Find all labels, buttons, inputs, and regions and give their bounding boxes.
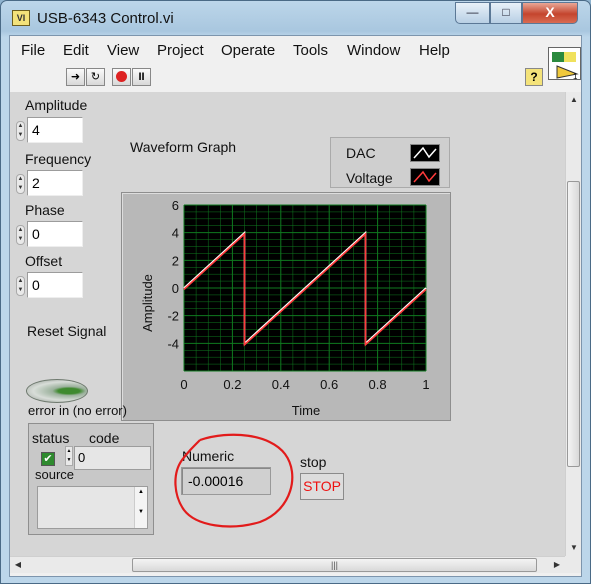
offset-increment-icon[interactable]: ▲ ▼ bbox=[16, 276, 25, 296]
frequency-control: ▲ ▼ 2 bbox=[16, 170, 86, 196]
error-code-increment-icon[interactable]: ▲ ▼ bbox=[65, 446, 73, 466]
error-code-label: code bbox=[89, 430, 120, 446]
amplitude-input[interactable]: 4 bbox=[27, 117, 83, 143]
x-axis-label: Time bbox=[292, 403, 320, 418]
x-tick-label: 0.2 bbox=[223, 377, 241, 392]
vertical-scrollbar[interactable]: ▲ ▼ bbox=[565, 92, 581, 556]
close-button[interactable]: X bbox=[522, 2, 578, 24]
stop-label: stop bbox=[300, 454, 327, 470]
y-tick-label: 6 bbox=[172, 198, 179, 213]
error-source-input[interactable]: ▲ ▼ bbox=[37, 486, 148, 529]
y-tick-label: -2 bbox=[167, 309, 179, 324]
scroll-left-icon[interactable]: ◀ bbox=[10, 557, 26, 573]
reset-signal-label: Reset Signal bbox=[27, 323, 107, 339]
horizontal-scrollbar[interactable]: ◀ ||| ▶ bbox=[10, 556, 565, 573]
waveform-graph-label: Waveform Graph bbox=[130, 139, 237, 155]
y-axis-label: Amplitude bbox=[140, 274, 155, 332]
scroll-down-icon[interactable]: ▼ bbox=[566, 540, 582, 556]
phase-input[interactable]: 0 bbox=[27, 221, 83, 247]
vertical-scroll-thumb[interactable] bbox=[567, 181, 580, 467]
window-title: USB-6343 Control.vi bbox=[37, 10, 174, 27]
amplitude-label: Amplitude bbox=[25, 97, 88, 113]
abort-icon[interactable] bbox=[112, 68, 131, 86]
red-annotation-circle bbox=[174, 433, 294, 528]
menu-operate[interactable]: Operate bbox=[221, 42, 275, 59]
legend-voltage-line-icon bbox=[413, 170, 437, 183]
menu-project[interactable]: Project bbox=[157, 42, 204, 59]
legend-dac-label: DAC bbox=[346, 145, 376, 161]
minimize-button[interactable]: — bbox=[455, 2, 490, 24]
front-panel: Amplitude ▲ ▼ 4 Frequency ▲ ▼ 2 Phase ▲ ▼ 0… bbox=[10, 92, 565, 556]
error-source-scrollbar[interactable]: ▲ ▼ bbox=[134, 487, 147, 528]
x-tick-label: 0 bbox=[180, 377, 187, 392]
x-tick-label: 0.4 bbox=[272, 377, 290, 392]
x-tick-label: 0.8 bbox=[369, 377, 387, 392]
legend-voltage-swatch[interactable] bbox=[410, 168, 440, 186]
plot-legend[interactable]: DAC Voltage bbox=[330, 137, 450, 188]
scroll-corner bbox=[565, 556, 581, 573]
amplitude-control: ▲ ▼ 4 bbox=[16, 117, 86, 143]
amplitude-increment-icon[interactable]: ▲ ▼ bbox=[16, 121, 25, 141]
abort-dot bbox=[116, 71, 127, 82]
x-tick-label: 1 bbox=[422, 377, 429, 392]
y-tick-label: 4 bbox=[172, 226, 179, 241]
phase-control: ▲ ▼ 0 bbox=[16, 221, 86, 247]
horizontal-scroll-thumb[interactable]: ||| bbox=[132, 558, 537, 572]
phase-label: Phase bbox=[25, 202, 65, 218]
y-tick-label: 0 bbox=[172, 281, 179, 296]
menu-file[interactable]: File bbox=[21, 42, 45, 59]
error-status-checkbox[interactable]: ✔ bbox=[41, 452, 55, 466]
run-continuously-icon[interactable]: ↻ bbox=[86, 68, 105, 86]
error-in-label: error in (no error) bbox=[28, 403, 127, 418]
vi-client-area: File Edit View Project Operate Tools Win… bbox=[9, 35, 582, 577]
labview-app-icon: VI bbox=[12, 10, 30, 26]
context-help-button[interactable]: ? bbox=[525, 68, 543, 86]
menu-bar: File Edit View Project Operate Tools Win… bbox=[10, 36, 581, 66]
y-tick-label: -4 bbox=[167, 336, 179, 351]
error-code-input[interactable]: 0 bbox=[74, 446, 151, 470]
frequency-input[interactable]: 2 bbox=[27, 170, 83, 196]
error-in-cluster: status code ✔ ▲ ▼ 0 source ▲ ▼ bbox=[28, 423, 154, 535]
menu-tools[interactable]: Tools bbox=[293, 42, 328, 59]
x-tick-label: 0.6 bbox=[320, 377, 338, 392]
waveform-graph[interactable]: 0 0.2 0.4 0.6 0.8 1 6 4 2 0 -2 -4 Time Amplitude bbox=[121, 192, 451, 421]
error-source-label: source bbox=[35, 467, 75, 482]
legend-dac-line-icon bbox=[413, 146, 437, 159]
scroll-right-icon[interactable]: ▶ bbox=[549, 557, 565, 573]
error-status-label: status bbox=[32, 430, 70, 446]
offset-control: ▲ ▼ 0 bbox=[16, 272, 86, 298]
phase-increment-icon[interactable]: ▲ ▼ bbox=[16, 225, 25, 245]
title-bar[interactable]: VI USB-6343 Control.vi — □ X bbox=[1, 1, 590, 35]
waveform-graph-svg: 0 0.2 0.4 0.6 0.8 1 6 4 2 0 -2 -4 Time Amplitude bbox=[140, 198, 430, 418]
run-arrow-icon[interactable]: ➜ bbox=[66, 68, 85, 86]
stop-button[interactable]: STOP bbox=[300, 473, 344, 500]
reset-signal-button[interactable] bbox=[26, 379, 88, 403]
frequency-increment-icon[interactable]: ▲ ▼ bbox=[16, 174, 25, 194]
scroll-up-icon[interactable]: ▲ bbox=[566, 92, 582, 108]
offset-input[interactable]: 0 bbox=[27, 272, 83, 298]
labview-window: VI USB-6343 Control.vi — □ X File Edit V… bbox=[0, 0, 591, 584]
menu-view[interactable]: View bbox=[107, 42, 139, 59]
frequency-label: Frequency bbox=[25, 151, 92, 167]
menu-help[interactable]: Help bbox=[419, 42, 450, 59]
y-tick-label: 2 bbox=[172, 253, 179, 268]
legend-dac-swatch[interactable] bbox=[410, 144, 440, 162]
toolbar: ➜ ↻ II bbox=[10, 66, 581, 92]
pause-icon[interactable]: II bbox=[132, 68, 151, 86]
legend-voltage-label: Voltage bbox=[346, 170, 393, 186]
offset-label: Offset bbox=[25, 253, 63, 269]
menu-window[interactable]: Window bbox=[347, 42, 400, 59]
menu-edit[interactable]: Edit bbox=[63, 42, 89, 59]
maximize-button[interactable]: □ bbox=[490, 2, 522, 24]
